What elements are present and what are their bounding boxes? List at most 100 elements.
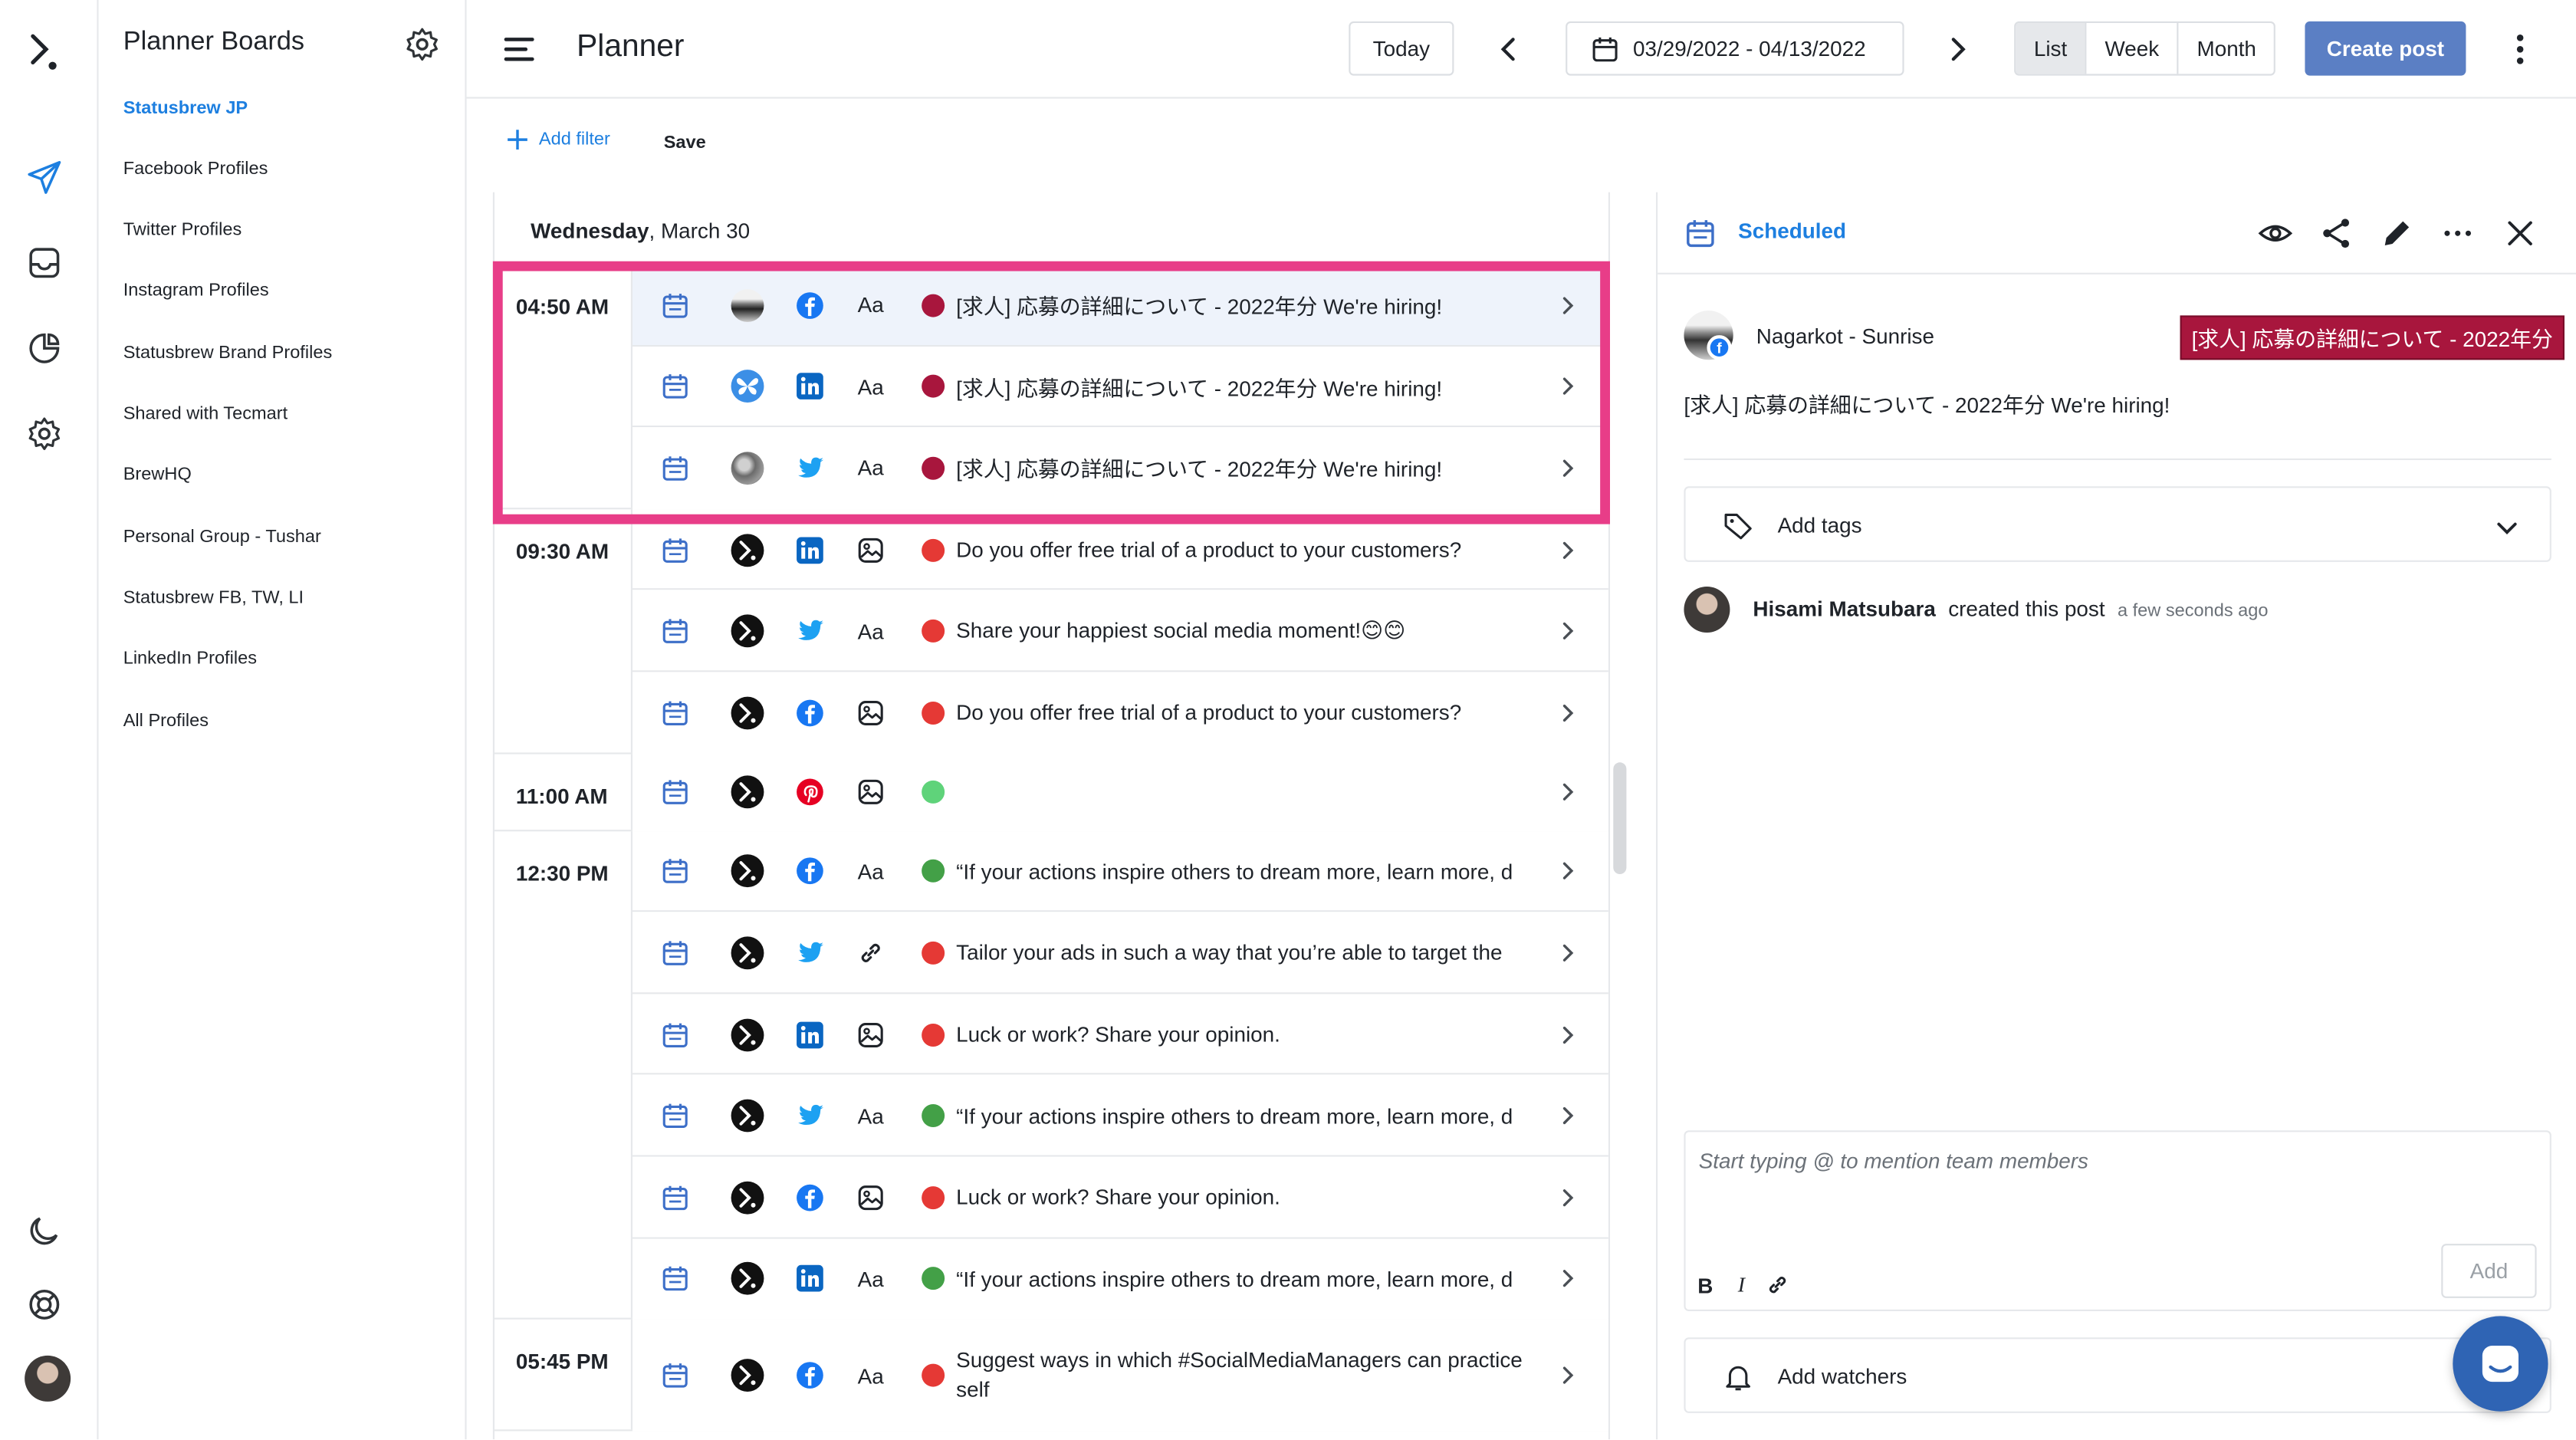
publish-icon[interactable]: [23, 156, 66, 199]
post-list: Wednesday, March 30 04:50 AM Aa [求人] 応募の詳細…: [492, 192, 1610, 1440]
board-item[interactable]: Statusbrew Brand Profiles: [123, 344, 333, 363]
board-item[interactable]: All Profiles: [123, 712, 209, 732]
help-icon[interactable]: [23, 1284, 66, 1327]
boards-settings-icon[interactable]: [404, 26, 440, 62]
status-dot: [922, 860, 945, 883]
chevron-right-icon[interactable]: [1554, 858, 1580, 884]
scheduled-calendar-icon: [659, 1100, 692, 1133]
post-row[interactable]: Aa [求人] 応募の詳細について - 2022年分 We're hiring!: [632, 346, 1608, 428]
day-date: , March 30: [649, 219, 751, 244]
activity-user: Hisami Matsubara: [1753, 596, 1936, 621]
chevron-right-icon[interactable]: [1554, 1103, 1580, 1129]
post-text: Do you offer free trial of a product to …: [956, 700, 1462, 725]
edit-pencil-icon[interactable]: [2379, 215, 2415, 252]
tag-icon: [1722, 509, 1755, 542]
status-dot: [922, 1363, 945, 1387]
chevron-right-icon[interactable]: [1554, 537, 1580, 563]
chevron-right-icon[interactable]: [1554, 618, 1580, 644]
next-range-icon[interactable]: [1940, 33, 1973, 66]
more-options-icon[interactable]: [2504, 31, 2537, 67]
dark-mode-icon[interactable]: [23, 1209, 66, 1252]
board-item[interactable]: Personal Group - Tushar: [123, 528, 321, 547]
view-list-tab[interactable]: List: [2016, 23, 2085, 74]
post-row[interactable]: Luck or work? Share your opinion.: [632, 993, 1608, 1076]
post-row[interactable]: Do you offer free trial of a product to …: [632, 508, 1608, 591]
status-dot: [922, 941, 945, 965]
post-row[interactable]: Aa [求人] 応募の詳細について - 2022年分 We're hiring!: [632, 265, 1608, 347]
scheduled-calendar-icon: [659, 370, 692, 403]
italic-button[interactable]: I: [1728, 1272, 1754, 1298]
user-avatar[interactable]: [25, 1355, 71, 1402]
chevron-right-icon[interactable]: [1554, 1266, 1580, 1292]
chevron-right-icon[interactable]: [1554, 1363, 1580, 1389]
statusbrew-logo-icon[interactable]: [23, 31, 66, 74]
status-dot: [922, 781, 945, 804]
board-item[interactable]: Twitter Profiles: [123, 220, 242, 240]
list-scrollbar[interactable]: [1613, 762, 1627, 874]
board-item[interactable]: Instagram Profiles: [123, 281, 269, 301]
view-month-tab[interactable]: Month: [2177, 23, 2275, 74]
add-tags-dropdown[interactable]: Add tags: [1684, 486, 2551, 562]
post-row[interactable]: Tailor your ads in such a way that you’r…: [632, 912, 1608, 994]
chevron-right-icon[interactable]: [1554, 1021, 1580, 1047]
view-week-tab[interactable]: Week: [2085, 23, 2177, 74]
chevron-right-icon[interactable]: [1554, 699, 1580, 725]
link-icon[interactable]: [1764, 1272, 1790, 1298]
post-row[interactable]: Do you offer free trial of a product to …: [632, 672, 1608, 754]
chevron-right-icon[interactable]: [1554, 779, 1580, 805]
reports-icon[interactable]: [23, 327, 66, 370]
chevron-right-icon[interactable]: [1554, 292, 1580, 318]
time-group: 05:45 PM Aa Suggest ways in which #SocialM…: [495, 1320, 1608, 1432]
post-row[interactable]: Aa “If your actions inspire others to dre…: [632, 830, 1608, 912]
profile-avatar: [731, 696, 764, 729]
bold-button[interactable]: B: [1692, 1272, 1718, 1298]
profile-avatar: [731, 288, 764, 322]
chat-support-button[interactable]: [2453, 1316, 2548, 1412]
scheduled-calendar-icon: [659, 1263, 692, 1296]
activity-action: created this post: [1948, 596, 2105, 621]
scheduled-calendar-icon: [659, 696, 692, 729]
chevron-right-icon[interactable]: [1554, 373, 1580, 399]
comment-placeholder[interactable]: Start typing @ to mention team members: [1699, 1149, 2088, 1173]
comment-box[interactable]: Start typing @ to mention team members B…: [1684, 1130, 2551, 1311]
chevron-right-icon[interactable]: [1554, 1185, 1580, 1211]
scheduled-calendar-icon: [659, 936, 692, 969]
settings-icon[interactable]: [23, 413, 66, 455]
add-watchers-button[interactable]: Add watchers: [1684, 1337, 2551, 1413]
date-range-picker[interactable]: 03/29/2022 - 04/13/2022: [1566, 21, 1904, 76]
more-horizontal-icon[interactable]: [2440, 215, 2476, 252]
close-icon[interactable]: [2502, 215, 2538, 252]
chat-icon: [2477, 1341, 2523, 1387]
chevron-right-icon[interactable]: [1554, 940, 1580, 966]
post-row[interactable]: Aa [求人] 応募の詳細について - 2022年分 We're hiring!: [632, 427, 1608, 509]
today-button[interactable]: Today: [1349, 21, 1454, 76]
status-dot: [922, 701, 945, 725]
post-row[interactable]: Luck or work? Share your opinion.: [632, 1156, 1608, 1238]
text-post-type: Aa: [857, 455, 884, 481]
board-item[interactable]: Facebook Profiles: [123, 159, 268, 179]
board-item[interactable]: LinkedIn Profiles: [123, 649, 257, 669]
post-row[interactable]: Aa Share your happiest social media momen…: [632, 590, 1608, 672]
chevron-right-icon[interactable]: [1554, 455, 1580, 482]
inbox-icon[interactable]: [23, 242, 66, 284]
save-filter-button[interactable]: Save: [664, 133, 706, 153]
add-filter-button[interactable]: Add filter: [506, 128, 610, 151]
post-text: “If your actions inspire others to dream…: [956, 1103, 1513, 1129]
profile-avatar: [731, 370, 764, 403]
menu-icon[interactable]: [503, 33, 536, 66]
top-header: Planner Today 03/29/2022 - 04/13/2022 Li…: [466, 0, 2576, 99]
preview-eye-icon[interactable]: [2257, 215, 2293, 252]
share-icon[interactable]: [2318, 215, 2354, 252]
post-row[interactable]: Aa “If your actions inspire others to dre…: [632, 1075, 1608, 1157]
previous-range-icon[interactable]: [1493, 33, 1526, 66]
board-item[interactable]: Statusbrew JP: [123, 99, 248, 119]
post-row[interactable]: Aa Suggest ways in which #SocialMediaMana…: [632, 1320, 1608, 1432]
time-group: 12:30 PM Aa “If your actions inspire other…: [495, 830, 1608, 1320]
board-item[interactable]: Statusbrew FB, TW, LI: [123, 588, 304, 608]
post-row[interactable]: [632, 753, 1608, 831]
board-item[interactable]: BrewHQ: [123, 465, 192, 485]
post-row[interactable]: Aa “If your actions inspire others to dre…: [632, 1238, 1608, 1320]
create-post-button[interactable]: Create post: [2305, 21, 2466, 76]
board-item[interactable]: Shared with Tecmart: [123, 404, 288, 424]
add-comment-button[interactable]: Add: [2441, 1244, 2537, 1298]
